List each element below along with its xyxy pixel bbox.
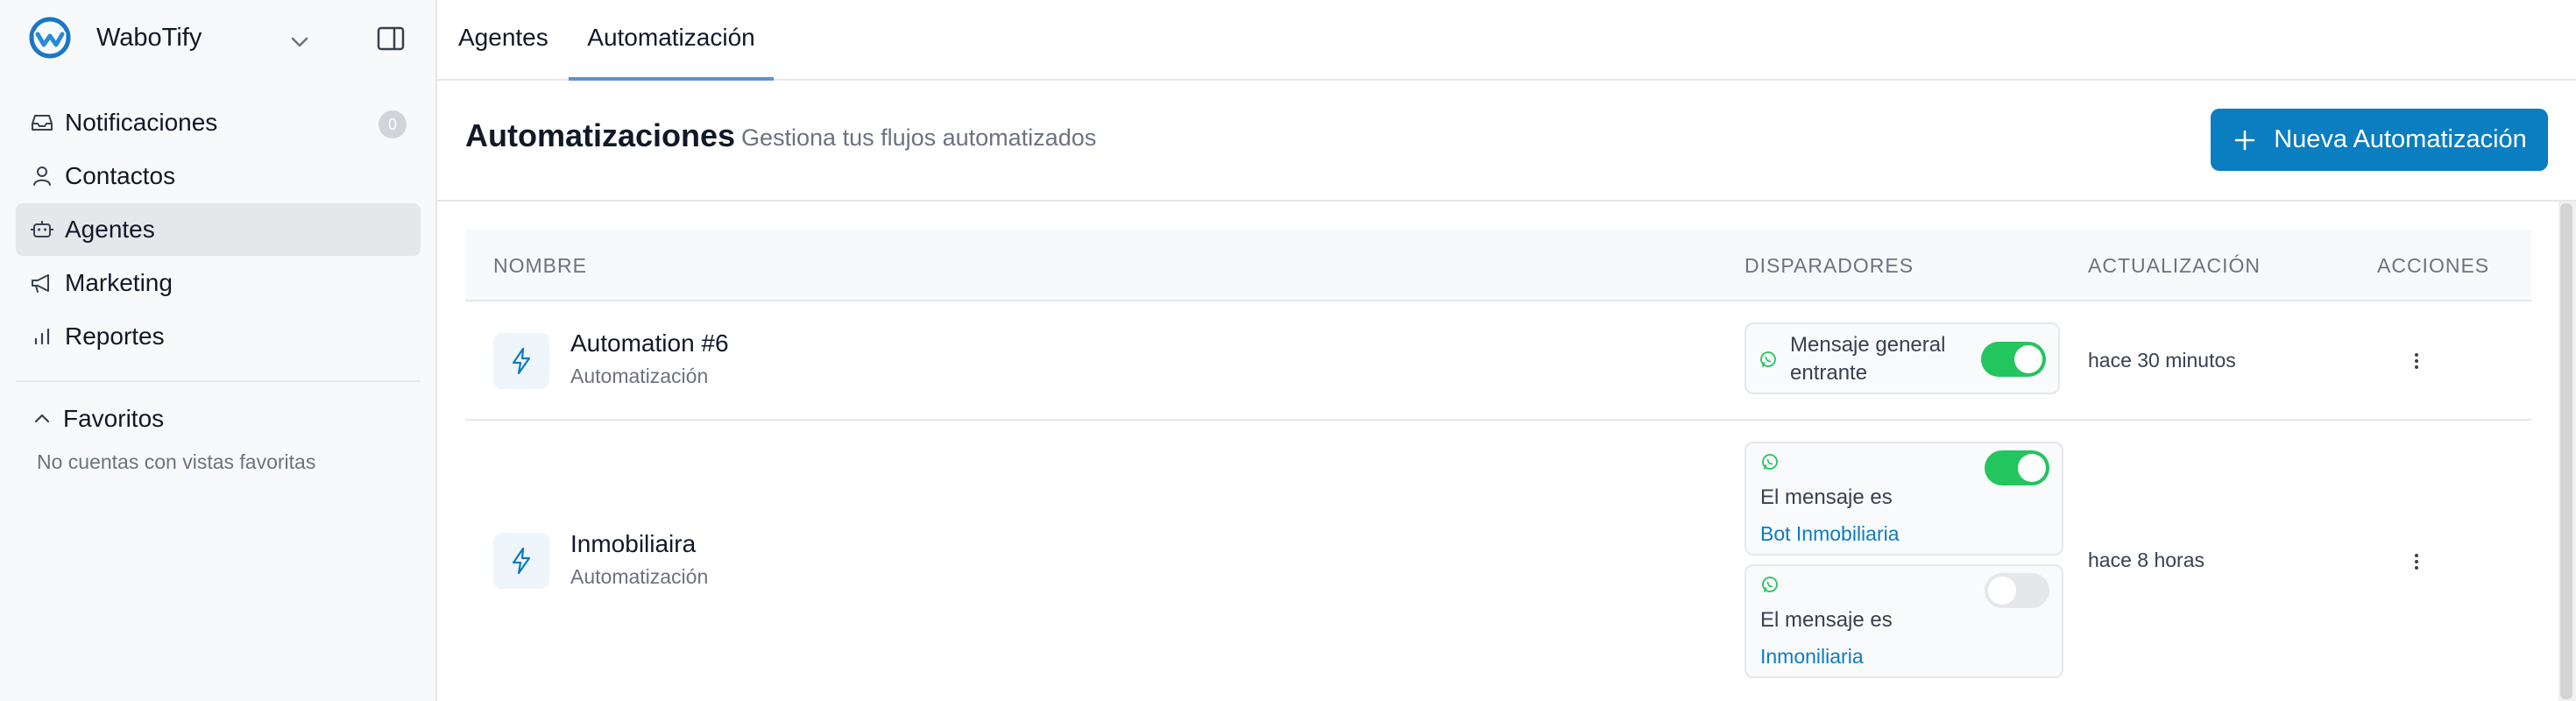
favorites-empty-text: No cuentas con vistas favoritas bbox=[37, 450, 316, 473]
automation-name[interactable]: Inmobiliaira bbox=[570, 530, 696, 558]
lightning-icon bbox=[512, 347, 531, 375]
tab-automatizacion[interactable]: Automatización bbox=[569, 0, 774, 81]
trigger-label-line2: entrante bbox=[1790, 361, 1868, 385]
workspace-switcher[interactable]: WaboTify bbox=[28, 14, 414, 61]
top-tab-bar: Agentes Automatización bbox=[437, 0, 2576, 81]
bar-chart-icon bbox=[34, 328, 50, 345]
column-header-actualizacion: ACTUALIZACIÓN bbox=[2088, 254, 2261, 277]
table-header: NOMBRE DISPARADORES ACTUALIZACIÓN ACCION… bbox=[465, 230, 2531, 301]
new-automation-label: Nueva Automatización bbox=[2274, 125, 2527, 153]
tab-agentes[interactable]: Agentes bbox=[458, 0, 548, 81]
automation-type: Automatización bbox=[570, 565, 709, 588]
sidebar-item-contactos[interactable]: Contactos bbox=[16, 150, 421, 202]
new-automation-button[interactable]: Nueva Automatización bbox=[2211, 109, 2548, 171]
automation-icon bbox=[493, 333, 549, 389]
column-header-disparadores: DISPARADORES bbox=[1744, 254, 1914, 277]
workspace-name: WaboTify bbox=[96, 23, 202, 52]
sidebar-divider bbox=[16, 380, 421, 382]
whatsapp-icon bbox=[1762, 577, 1778, 592]
bot-icon bbox=[31, 221, 53, 237]
sidebar-item-label: Contactos bbox=[65, 162, 176, 189]
page-subtitle: Gestiona tus flujos automatizados bbox=[741, 124, 1097, 151]
trigger-toggle[interactable] bbox=[1985, 573, 2049, 608]
sidebar-item-label: Notificaciones bbox=[65, 109, 218, 136]
trigger-condition-value[interactable]: Bot Inmobiliaria bbox=[1760, 522, 1900, 546]
favorites-title: Favoritos bbox=[63, 405, 165, 432]
sidebar-item-notificaciones[interactable]: Notificaciones 0 bbox=[16, 96, 421, 149]
trigger-condition-value[interactable]: Inmoniliaria bbox=[1760, 645, 1864, 669]
trigger-toggle[interactable] bbox=[1981, 342, 2046, 377]
automation-type: Automatización bbox=[570, 365, 709, 387]
trigger-card: Mensaje general entrante bbox=[1744, 322, 2060, 394]
whatsapp-icon bbox=[1760, 351, 1776, 367]
trigger-label-line1: Mensaje general bbox=[1790, 333, 1946, 357]
scrollbar-thumb[interactable] bbox=[2560, 203, 2572, 699]
sidebar-item-label: Agentes bbox=[65, 216, 155, 243]
page-title: Automatizaciones bbox=[465, 117, 736, 153]
sidebar-item-marketing[interactable]: Marketing bbox=[16, 257, 421, 309]
user-icon bbox=[33, 166, 51, 186]
megaphone-icon bbox=[32, 274, 49, 293]
chevron-up-icon bbox=[34, 414, 50, 423]
whatsapp-icon bbox=[1762, 454, 1778, 470]
trigger-toggle[interactable] bbox=[1985, 450, 2049, 485]
updated-time: hace 30 minutos bbox=[2088, 349, 2236, 372]
table-row[interactable]: Inmobiliaira Automatización El mensaje e… bbox=[465, 421, 2531, 701]
trigger-label: Mensaje general entrante bbox=[1790, 331, 1945, 387]
sidebar-item-label: Reportes bbox=[65, 322, 165, 350]
inbox-icon bbox=[32, 115, 53, 131]
lightning-icon bbox=[512, 547, 531, 575]
favorites-section-toggle[interactable]: Favoritos bbox=[30, 405, 164, 433]
column-header-acciones: ACCIONES bbox=[2377, 254, 2490, 277]
more-vertical-icon[interactable] bbox=[2403, 549, 2430, 575]
sidebar-item-agentes[interactable]: Agentes bbox=[16, 203, 421, 256]
automations-table: NOMBRE DISPARADORES ACTUALIZACIÓN ACCION… bbox=[465, 230, 2531, 701]
notification-count-badge: 0 bbox=[379, 110, 407, 138]
more-vertical-icon[interactable] bbox=[2403, 348, 2430, 374]
page-header: Automatizaciones Gestiona tus flujos aut… bbox=[437, 81, 2576, 202]
sidebar-item-label: Marketing bbox=[65, 269, 173, 296]
chevron-down-icon[interactable] bbox=[282, 25, 317, 60]
wabotify-logo-icon bbox=[29, 17, 71, 59]
updated-time: hace 8 horas bbox=[2088, 549, 2204, 571]
plus-icon bbox=[2234, 130, 2255, 150]
automation-name[interactable]: Automation #6 bbox=[570, 329, 729, 358]
table-row[interactable]: Automation #6 Automatización Mensaje gen… bbox=[465, 301, 2531, 421]
column-header-nombre: NOMBRE bbox=[493, 254, 587, 277]
trigger-condition-label: El mensaje es bbox=[1760, 485, 1893, 509]
trigger-card: El mensaje es Bot Inmobiliaria bbox=[1744, 442, 2063, 556]
sidebar-item-reportes[interactable]: Reportes bbox=[16, 310, 421, 363]
trigger-card: El mensaje es Inmoniliaria bbox=[1744, 564, 2063, 678]
trigger-condition-label: El mensaje es bbox=[1760, 608, 1893, 632]
sidebar-toggle-icon[interactable] bbox=[373, 21, 408, 56]
sidebar-nav: Notificaciones 0 Contactos Agentes Marke… bbox=[16, 96, 421, 364]
automation-icon bbox=[493, 533, 549, 589]
sidebar: WaboTify Notificaciones 0 Contactos Agen… bbox=[0, 0, 437, 701]
